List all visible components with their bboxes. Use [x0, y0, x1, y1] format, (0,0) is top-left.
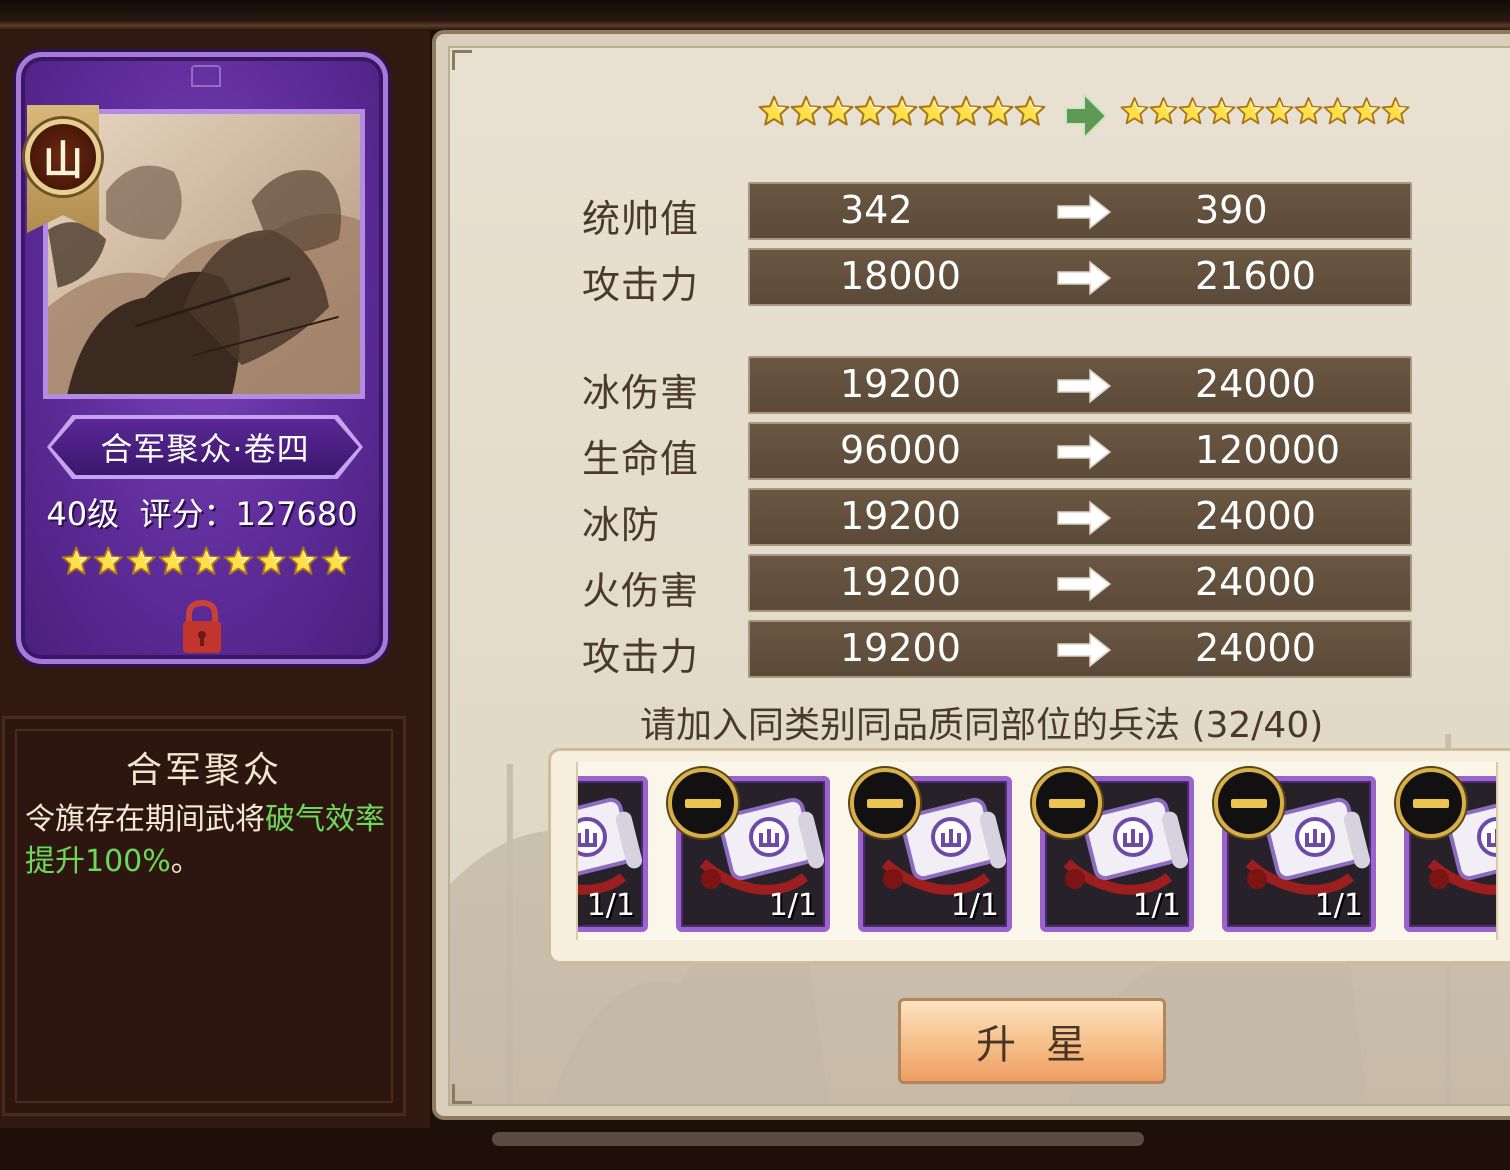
lock-icon[interactable]: [179, 599, 225, 655]
star-icon: [854, 95, 886, 126]
mountain-type-badge: 山: [25, 119, 101, 195]
right-arrow-icon: [1057, 368, 1112, 404]
stat-current-value: 18000: [840, 254, 961, 298]
star-icon: [1381, 97, 1410, 125]
skill-desc-text: 令旗存在期间武将: [25, 802, 265, 837]
material-frame: 1/1: [578, 776, 648, 932]
stat-current-value: 19200: [840, 362, 961, 406]
card-star-rating: [61, 539, 351, 587]
star-icon: [1352, 97, 1381, 125]
scroll-icon: [578, 797, 643, 895]
stat-label: 攻击力: [582, 635, 700, 679]
star-icon: [61, 546, 91, 575]
left-panel: 山 合军聚众·卷四 40级 评分：127680 合军聚众 令旗存在期间武将破气效…: [0, 30, 430, 1130]
stat-next-value: 21600: [1195, 254, 1316, 298]
skill-desc-suffix: 。: [170, 844, 201, 879]
star-icon: [822, 95, 854, 126]
star-icon: [1149, 97, 1178, 125]
right-arrow-icon: [1057, 566, 1112, 602]
stat-next-value: 24000: [1195, 362, 1316, 406]
skill-title: 合军聚众: [125, 750, 282, 791]
corner-ornament-bottom-left: [452, 1084, 472, 1104]
stat-current-value: 19200: [840, 626, 961, 670]
remove-minus-icon[interactable]: [850, 768, 920, 838]
star-icon: [1265, 97, 1294, 125]
material-count: 1/1: [1132, 888, 1181, 923]
stat-next-value: 120000: [1195, 428, 1341, 472]
material-strip[interactable]: 1/1 1/1 1/1 1/1 1/1: [576, 762, 1498, 940]
material-count: 1/1: [950, 888, 999, 923]
star-icon: [94, 546, 124, 575]
remove-minus-icon[interactable]: [1396, 768, 1466, 838]
stat-label: 攻击力: [582, 263, 700, 307]
remove-minus-icon[interactable]: [1032, 768, 1102, 838]
right-arrow-icon: [1057, 260, 1112, 296]
stat-next-value: 24000: [1195, 626, 1316, 670]
material-item[interactable]: 1/1: [578, 776, 650, 932]
star-icon: [1120, 97, 1149, 125]
stat-label: 火伤害: [582, 569, 700, 613]
star-icon: [950, 95, 982, 126]
horizontal-scrollbar[interactable]: [492, 1132, 1144, 1146]
right-arrow-icon: [1057, 632, 1112, 668]
stat-current-value: 96000: [840, 428, 961, 472]
star-icon: [158, 546, 189, 575]
star-icon: [1178, 97, 1207, 125]
material-count: 1/1: [586, 888, 635, 923]
card-top-ornament: [191, 65, 221, 87]
star-icon: [790, 95, 822, 126]
stat-next-value: 390: [1195, 188, 1268, 232]
material-hint: 请加入同类别同品质同部位的兵法 (32/40): [640, 705, 1324, 746]
material-count: 1/1: [1314, 888, 1363, 923]
upgrade-star-button[interactable]: 升星: [898, 998, 1166, 1084]
star-icon: [288, 546, 318, 575]
remove-minus-icon[interactable]: [1214, 768, 1284, 838]
star-icon: [982, 95, 1014, 126]
card-name: 合军聚众·卷四: [51, 419, 359, 475]
card-name-banner: 合军聚众·卷四: [47, 415, 363, 479]
star-icon: [1323, 97, 1352, 125]
tactic-card[interactable]: 山 合军聚众·卷四 40级 评分：127680: [16, 52, 388, 664]
stat-label: 统帅值: [582, 197, 700, 241]
right-arrow-icon: [1057, 500, 1112, 536]
stat-label: 冰防: [582, 503, 661, 547]
right-arrow-icon: [1057, 434, 1112, 470]
star-icon: [223, 546, 254, 575]
star-icon: [256, 546, 286, 575]
stat-next-value: 24000: [1195, 560, 1316, 604]
stat-label: 生命值: [582, 437, 700, 481]
current-star-row: [758, 88, 1046, 134]
star-icon: [1014, 95, 1046, 126]
stat-current-value: 342: [840, 188, 913, 232]
top-frame-strip: [0, 0, 1510, 30]
star-icon: [886, 95, 918, 126]
star-icon: [758, 95, 790, 126]
skill-description-box: 合军聚众 令旗存在期间武将破气效率提升100%。: [2, 716, 406, 1116]
remove-minus-icon[interactable]: [668, 768, 738, 838]
next-star-row: [1120, 88, 1410, 134]
star-icon: [321, 546, 351, 575]
stat-current-value: 19200: [840, 560, 961, 604]
material-count: 1/1: [768, 888, 817, 923]
skill-description: 令旗存在期间武将破气效率提升100%。: [25, 799, 395, 883]
stat-next-value: 24000: [1195, 494, 1316, 538]
stat-current-value: 19200: [840, 494, 961, 538]
card-level-score: 40级 评分：127680: [46, 495, 358, 533]
star-icon: [1236, 97, 1265, 125]
corner-ornament-top-left: [452, 50, 472, 70]
stat-label: 冰伤害: [582, 371, 700, 415]
star-icon: [191, 546, 221, 575]
right-arrow-icon: [1057, 194, 1112, 230]
star-icon: [1294, 97, 1323, 125]
green-arrow-icon: [1065, 91, 1108, 141]
star-icon: [1207, 97, 1236, 125]
star-icon: [126, 546, 156, 575]
star-icon: [918, 95, 950, 126]
